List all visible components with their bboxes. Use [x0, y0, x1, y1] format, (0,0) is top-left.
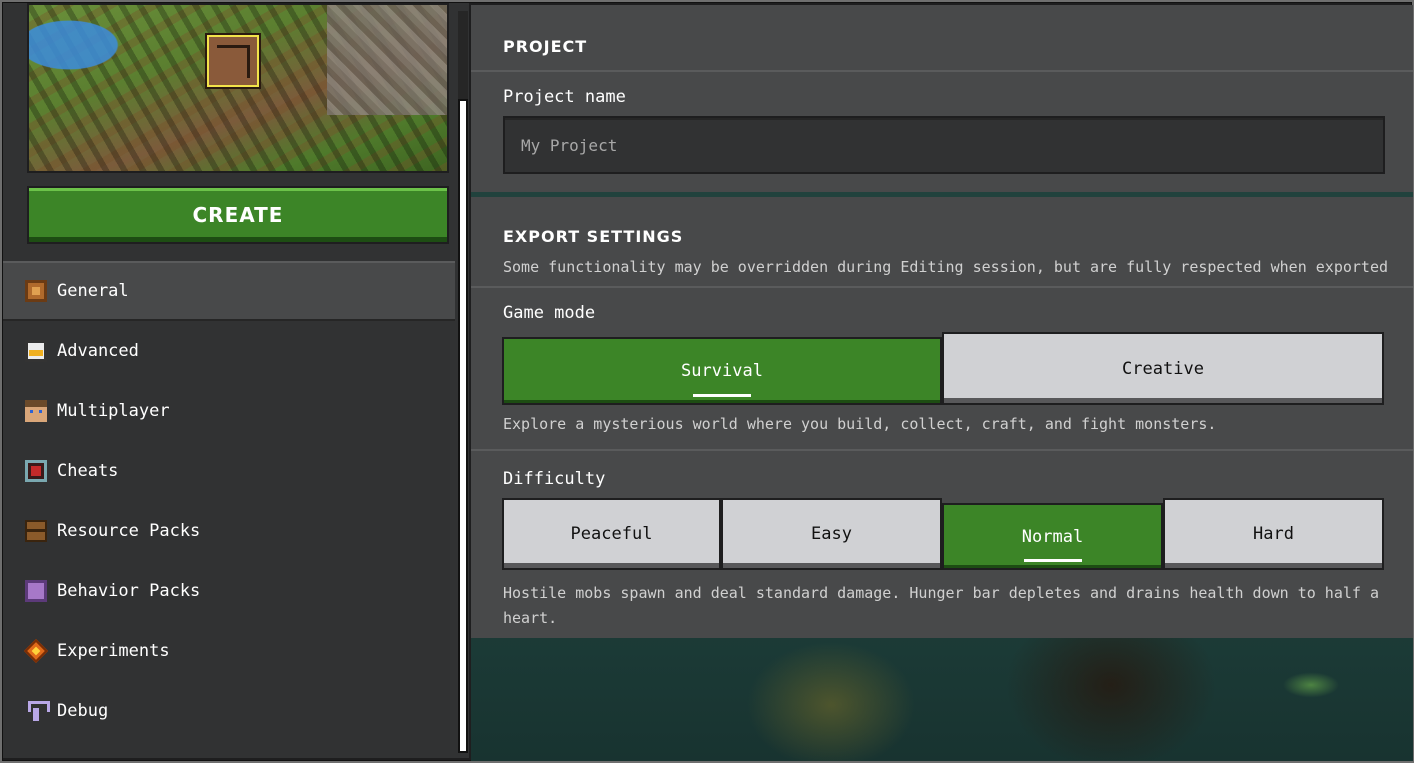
sidebar-item-label: Multiplayer [57, 401, 170, 421]
section-header-export-settings: EXPORT SETTINGS [503, 227, 684, 246]
settings-nav: General Advanced Multiplayer Cheats Reso… [3, 261, 455, 741]
divider [471, 449, 1413, 451]
game-mode-creative-button[interactable]: Creative [942, 332, 1384, 405]
sidebar-item-general[interactable]: General [3, 261, 455, 321]
difficulty-normal-label: Normal [1021, 526, 1084, 547]
sidebar-item-cheats[interactable]: Cheats [3, 441, 455, 501]
chest-icon [25, 520, 47, 542]
sidebar-item-label: Cheats [57, 461, 119, 481]
preview-stone-cliff [327, 5, 447, 115]
project-name-input[interactable] [503, 116, 1385, 174]
project-section: PROJECT Project name [471, 5, 1413, 192]
sidebar-item-multiplayer[interactable]: Multiplayer [3, 381, 455, 441]
difficulty-hard-button[interactable]: Hard [1163, 498, 1384, 570]
game-mode-survival-button[interactable]: Survival [502, 337, 942, 405]
game-mode-creative-label: Creative [1122, 358, 1204, 379]
difficulty-hard-label: Hard [1253, 524, 1294, 544]
sidebar-item-label: Experiments [57, 641, 170, 661]
sidebar-item-label: Behavior Packs [57, 581, 201, 601]
gear-icon [25, 280, 47, 302]
export-settings-subtitle: Some functionality may be overridden dur… [503, 258, 1389, 276]
sidebar-item-advanced[interactable]: Advanced [3, 321, 455, 381]
difficulty-easy-label: Easy [811, 524, 852, 544]
difficulty-peaceful-label: Peaceful [570, 524, 653, 544]
difficulty-description: Hostile mobs spawn and deal standard dam… [503, 584, 1379, 627]
game-mode-description: Explore a mysterious world where you bui… [503, 415, 1217, 433]
sidebar-item-label: General [57, 281, 129, 301]
divider [471, 286, 1413, 288]
cheats-icon [25, 460, 47, 482]
sidebar-item-behavior-packs[interactable]: Behavior Packs [3, 561, 455, 621]
difficulty-normal-button[interactable]: Normal [942, 503, 1163, 570]
difficulty-peaceful-button[interactable]: Peaceful [502, 498, 721, 570]
player-face-icon [25, 400, 47, 422]
world-preview-image [27, 3, 449, 173]
sidebar-item-label: Advanced [57, 341, 139, 361]
experiments-icon [23, 638, 49, 664]
advanced-icon [25, 340, 47, 362]
divider [471, 70, 1413, 72]
sidebar-item-resource-packs[interactable]: Resource Packs [3, 501, 455, 561]
difficulty-easy-button[interactable]: Easy [721, 498, 942, 570]
behavior-pack-icon [25, 580, 47, 602]
left-sidebar: CREATE General Advanced Multiplayer Chea… [3, 3, 469, 758]
section-header-project: PROJECT [503, 37, 588, 56]
debug-icon [25, 700, 50, 722]
create-button[interactable]: CREATE [27, 186, 449, 244]
sidebar-item-label: Resource Packs [57, 521, 201, 541]
settings-content: PROJECT Project name EXPORT SETTINGS Som… [471, 5, 1413, 761]
game-mode-label: Game mode [503, 303, 596, 323]
difficulty-label: Difficulty [503, 469, 606, 489]
game-mode-survival-label: Survival [681, 361, 763, 381]
project-name-label: Project name [503, 87, 626, 107]
preview-selected-block [205, 33, 261, 89]
sidebar-item-experiments[interactable]: Experiments [3, 621, 455, 681]
sidebar-scrollbar-thumb[interactable] [458, 99, 468, 753]
sidebar-item-label: Debug [57, 701, 109, 721]
sidebar-item-debug[interactable]: Debug [3, 681, 455, 741]
export-settings-section: EXPORT SETTINGS Some functionality may b… [471, 197, 1413, 638]
